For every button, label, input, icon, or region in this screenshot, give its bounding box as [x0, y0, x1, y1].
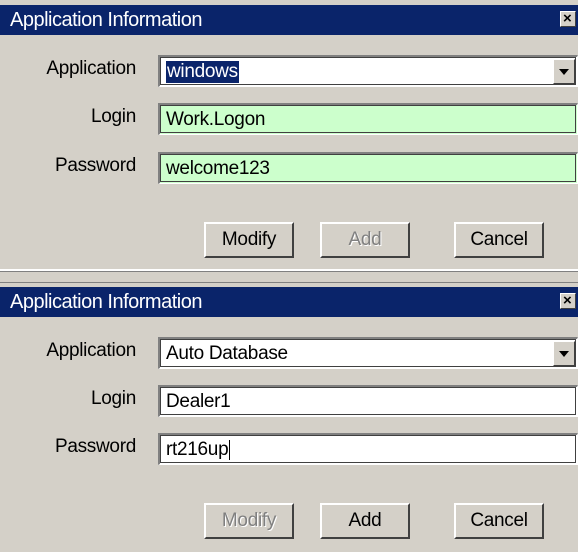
application-selected-value: Auto Database [166, 343, 288, 364]
application-label: Application [46, 58, 136, 79]
login-label: Login [91, 106, 136, 127]
application-select[interactable]: Auto Database [158, 337, 578, 369]
application-selected-value: windows [166, 61, 239, 83]
cancel-button[interactable]: Cancel [454, 503, 544, 539]
chevron-down-icon[interactable] [553, 59, 575, 84]
login-field[interactable]: Dealer1 [158, 385, 578, 417]
close-button[interactable]: × [560, 292, 576, 309]
cancel-button[interactable]: Cancel [454, 222, 544, 258]
modify-button: Modify [204, 503, 294, 539]
title-bar[interactable]: Application Information × [0, 5, 578, 35]
dialog-title: Application Information [10, 9, 202, 31]
password-value: rt216up [166, 439, 229, 460]
password-label: Password [54, 436, 136, 457]
dialog-separator [0, 271, 578, 282]
chevron-down-icon[interactable] [553, 341, 575, 366]
add-button: Add [320, 222, 410, 258]
password-field[interactable]: rt216up [158, 433, 578, 465]
login-field[interactable]: Work.Logon [158, 103, 578, 135]
title-bar[interactable]: Application Information × [0, 287, 578, 317]
close-button[interactable]: × [560, 10, 576, 27]
application-select[interactable]: windows [158, 55, 578, 87]
modify-button[interactable]: Modify [204, 222, 294, 258]
application-information-dialog-2: Application Information × Application Au… [0, 282, 578, 552]
password-field[interactable]: welcome123 [158, 152, 578, 184]
add-button[interactable]: Add [320, 503, 410, 539]
application-label: Application [46, 340, 136, 361]
login-label: Login [91, 388, 136, 409]
close-icon: × [563, 10, 572, 27]
password-label: Password [54, 155, 136, 176]
close-icon: × [563, 292, 572, 309]
dialog-title: Application Information [10, 291, 202, 313]
application-information-dialog-1: Application Information × Application wi… [0, 0, 578, 271]
text-caret [229, 439, 231, 460]
